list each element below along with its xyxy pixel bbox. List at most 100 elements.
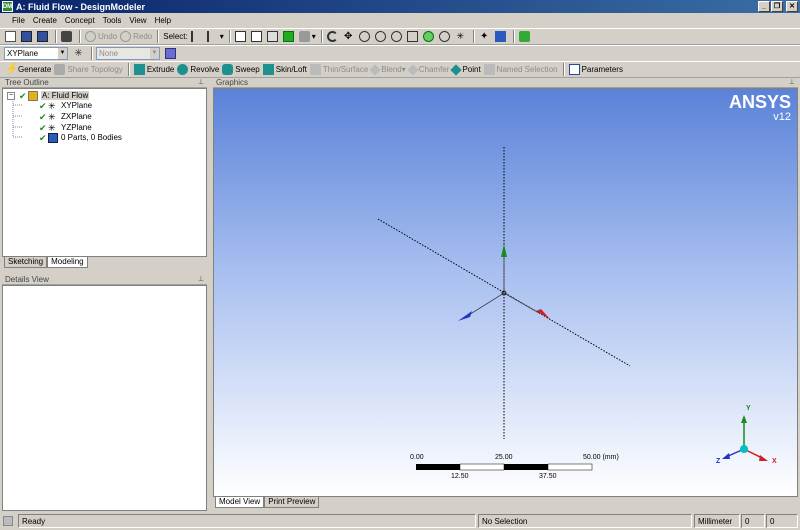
redo-button[interactable]: Redo bbox=[119, 30, 153, 44]
status-ready: Ready bbox=[18, 514, 476, 528]
select-edge-button[interactable] bbox=[250, 30, 265, 44]
tree-outline-title: Tree Outline bbox=[5, 78, 49, 87]
zoom-in-button[interactable] bbox=[390, 30, 405, 44]
point-button[interactable]: Point bbox=[450, 63, 481, 77]
display-toggle-icon bbox=[518, 31, 530, 42]
tab-model-view[interactable]: Model View bbox=[215, 497, 265, 508]
select-point-button[interactable] bbox=[234, 30, 249, 44]
save-as-button[interactable] bbox=[36, 30, 51, 44]
zoom-out-icon bbox=[438, 31, 450, 42]
menu-help[interactable]: Help bbox=[151, 16, 175, 25]
graphics-header: Graphics ⊥ bbox=[213, 78, 798, 88]
sweep-label: Sweep bbox=[235, 65, 260, 74]
tree-item-label: ZXPlane bbox=[61, 112, 92, 121]
lightning-icon: ⚡ bbox=[5, 63, 19, 75]
plane-icon: ✳ bbox=[48, 111, 56, 122]
revolve-button[interactable]: Revolve bbox=[176, 63, 220, 77]
zoom-in-icon bbox=[390, 31, 402, 42]
parameters-button[interactable]: Parameters bbox=[568, 63, 624, 77]
new-button[interactable] bbox=[4, 30, 19, 44]
pin-icon[interactable]: ⊥ bbox=[198, 275, 204, 285]
point-label: Point bbox=[462, 65, 481, 74]
blend-label: Blend bbox=[381, 65, 402, 74]
share-topology-button[interactable]: Share Topology bbox=[53, 63, 123, 77]
zoom-out-button[interactable] bbox=[438, 30, 453, 44]
rotate-button[interactable] bbox=[326, 30, 341, 44]
check-icon: ✔ bbox=[39, 111, 47, 122]
status-selection: No Selection bbox=[478, 514, 692, 528]
zoom-box-button[interactable] bbox=[374, 30, 389, 44]
zoom-icon bbox=[358, 31, 370, 42]
details-view-header: Details View ⊥ bbox=[2, 275, 207, 285]
pan-button[interactable]: ✥ bbox=[342, 30, 357, 44]
scale-label-50: 50.00 (mm) bbox=[583, 454, 619, 461]
select-filter-button[interactable]: ▾ bbox=[206, 30, 225, 44]
menu-concept[interactable]: Concept bbox=[61, 16, 99, 25]
look-at-button[interactable]: ✦ bbox=[478, 30, 493, 44]
triad-icon: ✦ bbox=[480, 31, 489, 42]
status-units[interactable]: Millimeter bbox=[694, 514, 740, 528]
zoom-to-fit-button[interactable] bbox=[422, 30, 437, 44]
restore-button[interactable]: ❐ bbox=[771, 1, 783, 12]
select-body-button[interactable] bbox=[282, 30, 297, 44]
display-button[interactable] bbox=[494, 30, 509, 44]
graphics-viewport[interactable]: ANSYS v12 0.00 25.00 50.00 (mm) 12.50 37… bbox=[213, 88, 798, 497]
tab-sketching[interactable]: Sketching bbox=[4, 257, 48, 268]
triad-label-y: Y bbox=[746, 405, 751, 412]
plane-icon: ✳ bbox=[48, 122, 56, 133]
extrude-label: Extrude bbox=[146, 65, 175, 74]
menu-view[interactable]: View bbox=[125, 16, 150, 25]
pan-icon: ✥ bbox=[344, 31, 353, 42]
thin-display-button[interactable] bbox=[518, 30, 533, 44]
tree-outline-header: Tree Outline ⊥ bbox=[2, 78, 207, 88]
extend-selection-button[interactable]: ▾ bbox=[298, 30, 317, 44]
new-plane-button[interactable]: ✳ bbox=[72, 47, 87, 61]
undo-button[interactable]: Undo bbox=[84, 30, 118, 44]
new-sketch-button[interactable] bbox=[164, 47, 179, 61]
collapse-icon[interactable]: − bbox=[7, 91, 15, 100]
pin-icon[interactable]: ⊥ bbox=[789, 78, 795, 88]
tab-modeling[interactable]: Modeling bbox=[47, 257, 88, 268]
tab-print-preview[interactable]: Print Preview bbox=[264, 497, 320, 508]
chamfer-button[interactable]: Chamfer bbox=[407, 63, 451, 77]
named-selection-button[interactable]: Named Selection bbox=[483, 63, 559, 77]
check-icon: ✔ bbox=[39, 132, 47, 143]
blend-button[interactable]: Blend ▾ bbox=[369, 63, 406, 77]
thin-surface-label: Thin/Surface bbox=[322, 65, 369, 74]
point-icon bbox=[450, 63, 463, 76]
select-label: Select: bbox=[163, 32, 188, 41]
menu-tools[interactable]: Tools bbox=[99, 16, 126, 25]
triad-origin bbox=[740, 445, 748, 453]
magnifier-button[interactable]: ✳ bbox=[454, 30, 469, 44]
tree-item-xyplane[interactable]: ✔ ✳ XYPlane bbox=[39, 100, 92, 111]
pin-icon[interactable]: ⊥ bbox=[198, 78, 204, 88]
scale-label-25: 25.00 bbox=[495, 454, 513, 461]
sketch-select[interactable]: None ▼ bbox=[96, 47, 160, 60]
close-button[interactable]: ✕ bbox=[786, 1, 798, 12]
skin-loft-button[interactable]: Skin/Loft bbox=[262, 63, 308, 77]
z-arrow-head bbox=[458, 311, 472, 321]
minimize-button[interactable]: _ bbox=[758, 1, 770, 12]
generate-button[interactable]: ⚡ Generate bbox=[4, 63, 52, 77]
menu-bar: File Create Concept Tools View Help bbox=[0, 14, 800, 27]
status-value-2: 0 bbox=[766, 514, 798, 528]
zoom-fit-button[interactable] bbox=[406, 30, 421, 44]
thin-surface-button[interactable]: Thin/Surface bbox=[309, 63, 369, 77]
tree-item-zxplane[interactable]: ✔ ✳ ZXPlane bbox=[39, 111, 92, 122]
select-face-button[interactable] bbox=[266, 30, 281, 44]
body-filter-icon bbox=[282, 31, 294, 42]
extrude-button[interactable]: Extrude bbox=[133, 63, 176, 77]
tree-item-parts[interactable]: ✔ 0 Parts, 0 Bodies bbox=[39, 132, 122, 143]
screenshot-button[interactable] bbox=[60, 30, 75, 44]
zoom-green-icon bbox=[422, 31, 434, 42]
menu-create[interactable]: Create bbox=[29, 16, 61, 25]
main-toolbar: Undo Redo Select: ▾ ▾ ✥ ✳ ✦ bbox=[0, 28, 800, 45]
chamfer-label: Chamfer bbox=[418, 65, 450, 74]
plane-select[interactable]: XYPlane ▼ bbox=[4, 47, 68, 60]
sweep-button[interactable]: Sweep bbox=[221, 63, 260, 77]
menu-file[interactable]: File bbox=[8, 16, 29, 25]
save-button[interactable] bbox=[20, 30, 35, 44]
zoom-button[interactable] bbox=[358, 30, 373, 44]
scale-label-37-5: 37.50 bbox=[539, 473, 557, 480]
select-mode-button[interactable] bbox=[190, 30, 205, 44]
